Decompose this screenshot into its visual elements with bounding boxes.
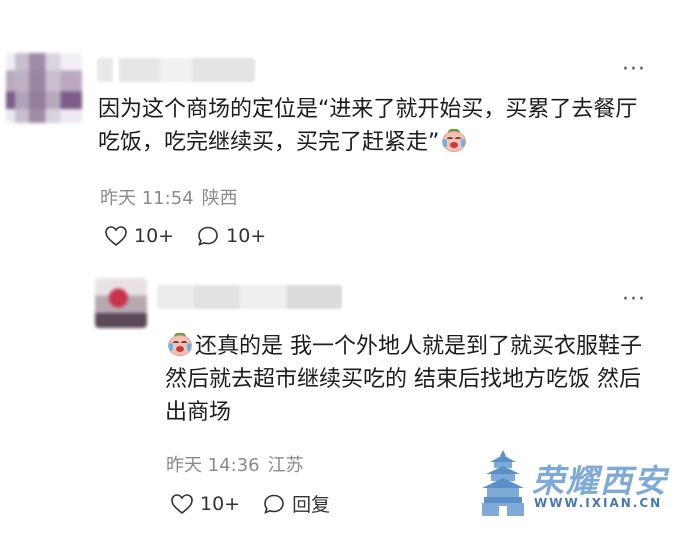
reply-label: 回复 [292,494,331,516]
more-options-button[interactable]: ··· [622,59,646,81]
heart-icon [105,226,127,247]
reply-actions: 10+ 回复 [170,490,352,517]
comment-actions: 10+ 10+ [104,225,288,247]
reply-time: 昨天 14:36 [166,455,260,476]
crying-face-emoji-icon [441,129,467,153]
watermark-url: WWW.IXIAN.CN [534,496,663,510]
like-count: 10+ [134,225,175,247]
like-button[interactable]: 10+ [104,225,174,247]
reply-meta: 昨天 14:36 江苏 [166,451,304,477]
reply-reply-button[interactable]: 回复 [262,490,330,517]
reply-like-button[interactable]: 10+ [170,493,240,515]
comment-bubble-icon [198,226,218,246]
comment-time: 昨天 11:54 [100,188,194,209]
reply-button[interactable]: 10+ [196,225,266,247]
comment-bubble-icon [264,494,284,514]
comment-body: 因为这个商场的定位是“进来了就开始买，买累了去餐厅吃饭，吃完继续买，买完了赶紧走… [98,97,638,155]
heart-icon [171,493,193,514]
reply-text: 还真的是 我一个外地人就是到了就买衣服鞋子 然后就去超市继续买吃的 结束后找地方… [165,330,645,429]
watermark: 荣耀西安 WWW.IXIAN.CN [474,446,674,521]
commenter-avatar[interactable] [6,53,82,123]
reply-count: 10+ [226,225,267,247]
reply-more-options-button[interactable]: ··· [622,289,646,311]
reply-location: 江苏 [267,455,304,476]
reply-body: 还真的是 我一个外地人就是到了就买衣服鞋子 然后就去超市继续买吃的 结束后找地方… [165,334,642,425]
replier-avatar[interactable] [95,278,147,328]
crying-face-emoji-icon [167,333,193,357]
comment-text: 因为这个商场的定位是“进来了就开始买，买累了去餐厅吃饭，吃完继续买，买完了赶紧走… [98,93,658,159]
comment-location: 陕西 [201,188,238,209]
comment-meta: 昨天 11:54 陕西 [100,184,238,210]
reply-like-count: 10+ [200,492,241,515]
commenter-name-blurred[interactable] [97,58,255,82]
bell-tower-logo-icon [482,450,524,516]
replier-name-blurred[interactable] [157,285,342,309]
